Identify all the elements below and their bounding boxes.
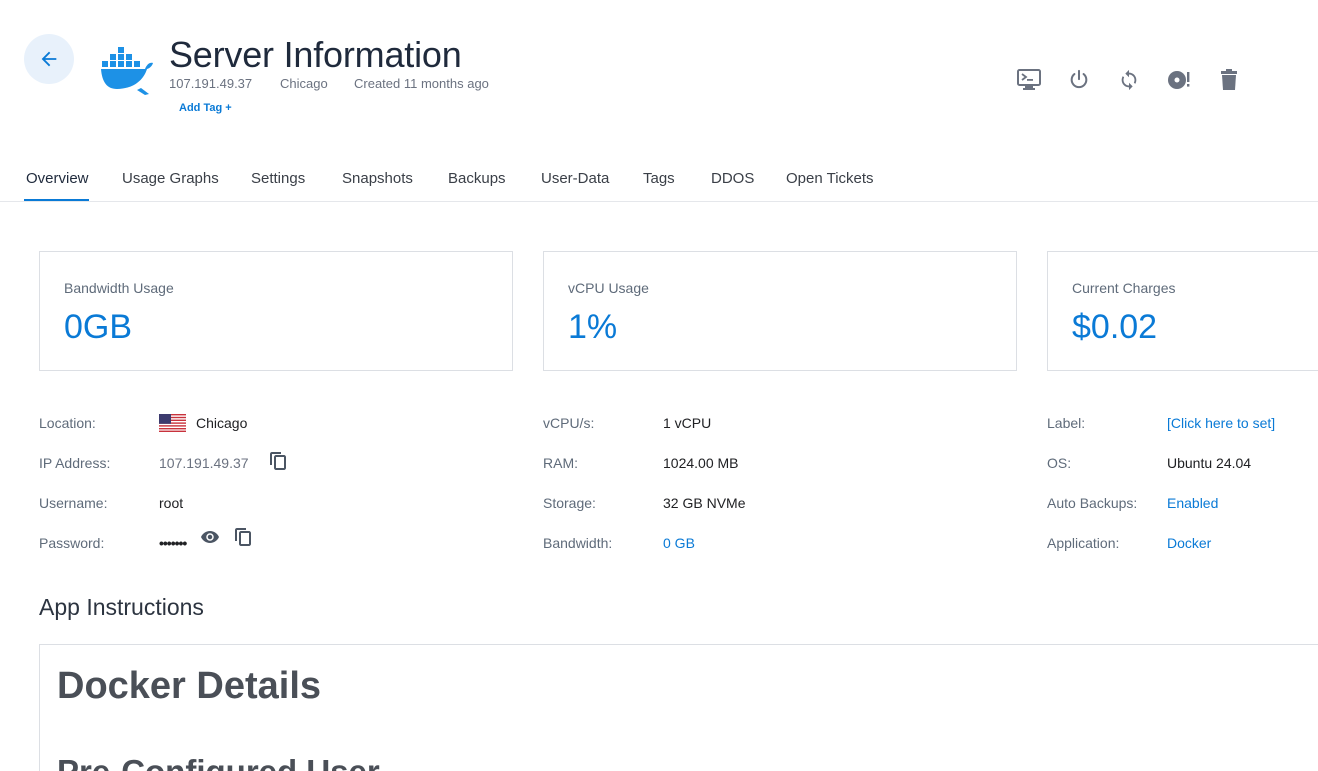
password-label: Password: <box>39 535 105 551</box>
show-password-button[interactable] <box>201 528 219 546</box>
set-label-link[interactable]: [Click here to set] <box>1167 415 1275 431</box>
copy-icon <box>270 452 286 470</box>
card-value: 0GB <box>64 308 133 346</box>
us-flag-icon <box>159 414 186 432</box>
current-charges-card: Current Charges $0.02 <box>1047 251 1318 371</box>
server-ip: 107.191.49.37 <box>169 76 253 91</box>
arrow-left-icon <box>41 51 57 67</box>
instructions-heading: Docker Details <box>57 665 322 707</box>
tab-ddos[interactable]: DDOS <box>711 170 754 187</box>
bandwidth-value-link[interactable]: 0 GB <box>663 535 695 551</box>
storage-value: 32 GB NVMe <box>663 495 746 511</box>
tab-settings[interactable]: Settings <box>251 170 305 187</box>
reinstall-icon <box>1168 71 1190 89</box>
ip-address-value: 107.191.49.37 <box>159 455 249 471</box>
page-title: Server Information <box>169 34 462 75</box>
tab-tags[interactable]: Tags <box>643 170 675 187</box>
console-button[interactable] <box>1015 66 1043 94</box>
copy-icon <box>235 528 251 546</box>
eye-icon <box>201 531 219 543</box>
bandwidth-label: Bandwidth: <box>543 535 613 551</box>
tab-backups[interactable]: Backups <box>448 170 506 187</box>
ip-address-label: IP Address: <box>39 455 111 471</box>
os-label: OS: <box>1047 455 1072 471</box>
trash-icon <box>1221 69 1237 90</box>
card-value: $0.02 <box>1072 308 1158 346</box>
label-label: Label: <box>1047 415 1086 431</box>
app-instructions-title: App Instructions <box>39 594 204 620</box>
card-label: vCPU Usage <box>568 280 649 296</box>
tab-snapshots[interactable]: Snapshots <box>342 170 413 187</box>
tab-bar: Overview Usage Graphs Settings Snapshots… <box>0 160 1318 202</box>
active-tab-indicator <box>24 199 89 201</box>
card-label: Current Charges <box>1072 280 1176 296</box>
os-value: Ubuntu 24.04 <box>1167 455 1252 471</box>
power-button[interactable] <box>1065 66 1093 94</box>
application-link[interactable]: Docker <box>1167 535 1211 551</box>
add-tag-link[interactable]: Add Tag + <box>179 102 232 114</box>
restart-button[interactable] <box>1115 66 1143 94</box>
tab-usage-graphs[interactable]: Usage Graphs <box>122 170 219 187</box>
copy-ip-button[interactable] <box>269 452 287 470</box>
power-icon <box>1070 69 1088 89</box>
vcpu-value: 1 vCPU <box>663 415 712 431</box>
tab-open-tickets[interactable]: Open Tickets <box>786 170 874 187</box>
bandwidth-usage-card: Bandwidth Usage 0GB <box>39 251 513 371</box>
restart-icon <box>1121 69 1137 91</box>
console-icon <box>1017 69 1041 90</box>
username-label: Username: <box>39 495 108 511</box>
location-value: Chicago <box>196 415 248 431</box>
server-location: Chicago <box>280 76 328 91</box>
reinstall-button[interactable] <box>1165 66 1193 94</box>
card-value: 1% <box>568 308 618 346</box>
ram-label: RAM: <box>543 455 578 471</box>
tab-user-data[interactable]: User-Data <box>541 170 609 187</box>
app-instructions-panel: Docker Details Pre-Configured User <box>39 644 1318 771</box>
back-button[interactable] <box>24 34 74 84</box>
password-value: ••••••• <box>159 535 187 551</box>
application-label: Application: <box>1047 535 1120 551</box>
instructions-subheading: Pre-Configured User <box>57 753 380 771</box>
card-label: Bandwidth Usage <box>64 280 174 296</box>
copy-password-button[interactable] <box>234 528 252 546</box>
storage-label: Storage: <box>543 495 596 511</box>
username-value: root <box>159 495 184 511</box>
vcpu-usage-card: vCPU Usage 1% <box>543 251 1017 371</box>
vcpu-label: vCPU/s: <box>543 415 595 431</box>
tab-overview[interactable]: Overview <box>26 170 89 187</box>
server-created: Created 11 months ago <box>354 76 489 91</box>
location-label: Location: <box>39 415 96 431</box>
auto-backups-label: Auto Backups: <box>1047 495 1138 511</box>
ram-value: 1024.00 MB <box>663 455 739 471</box>
docker-logo-icon <box>101 47 153 95</box>
delete-button[interactable] <box>1215 66 1243 94</box>
auto-backups-link[interactable]: Enabled <box>1167 495 1218 511</box>
